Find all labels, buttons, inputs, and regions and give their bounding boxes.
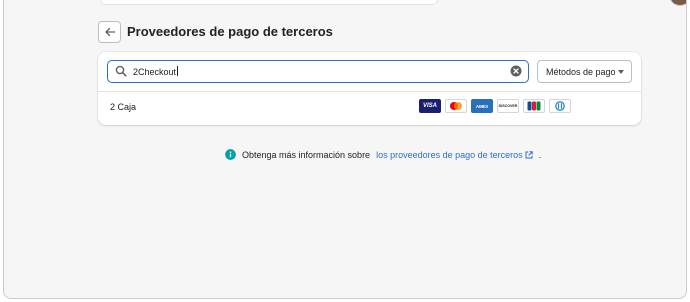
top-bar-remnant	[100, 0, 438, 5]
info-text-prefix: Obtenga más información sobre	[242, 149, 371, 160]
search-input[interactable]: 2Checkout	[133, 66, 179, 77]
provider-name[interactable]: 2 Caja	[110, 102, 136, 112]
info-icon	[225, 149, 236, 160]
app-frame: Proveedores de pago de terceros 2Checkou…	[3, 0, 687, 299]
text-caret	[177, 66, 179, 76]
page-title: Proveedores de pago de terceros	[127, 24, 333, 39]
divider	[98, 91, 641, 92]
payment-methods-filter-label: Métodos de pago	[546, 66, 616, 77]
jcb-icon	[523, 99, 545, 113]
mastercard-logo	[450, 102, 462, 110]
amex-label: AMEX	[475, 103, 489, 109]
third-party-providers-link[interactable]: los proveedores de pago de terceros	[376, 150, 533, 160]
avatar[interactable]	[670, 0, 686, 6]
arrow-left-icon	[104, 27, 115, 37]
payment-methods-filter-button[interactable]: Métodos de pago	[537, 60, 632, 83]
discover-icon: DISCOVER	[497, 99, 519, 113]
visa-label: VISA	[422, 103, 437, 109]
mastercard-icon	[445, 99, 467, 113]
jcb-logo	[527, 101, 541, 111]
clear-icon[interactable]	[510, 65, 522, 77]
search-input-value: 2Checkout	[133, 67, 177, 77]
info-text-suffix: .	[538, 149, 542, 160]
third-party-providers-link-text: los proveedores de pago de terceros	[376, 149, 523, 160]
external-link-icon	[525, 150, 533, 158]
back-button[interactable]	[98, 21, 121, 43]
info-banner: Obtenga más información sobre los provee…	[225, 149, 541, 160]
visa-icon: VISA	[419, 99, 441, 113]
diners-club-icon	[549, 99, 571, 113]
discover-label: DISCOVER	[498, 104, 518, 108]
search-field[interactable]: 2Checkout	[107, 60, 529, 83]
diners-club-logo	[555, 101, 565, 111]
search-icon	[115, 65, 127, 77]
amex-icon: AMEX	[471, 99, 493, 113]
providers-card: 2Checkout Métodos de pago 2 Caja VISA AM…	[98, 52, 641, 125]
chevron-down-icon	[618, 70, 624, 74]
payment-methods-list: VISA AMEX DISCOVER	[419, 99, 571, 113]
